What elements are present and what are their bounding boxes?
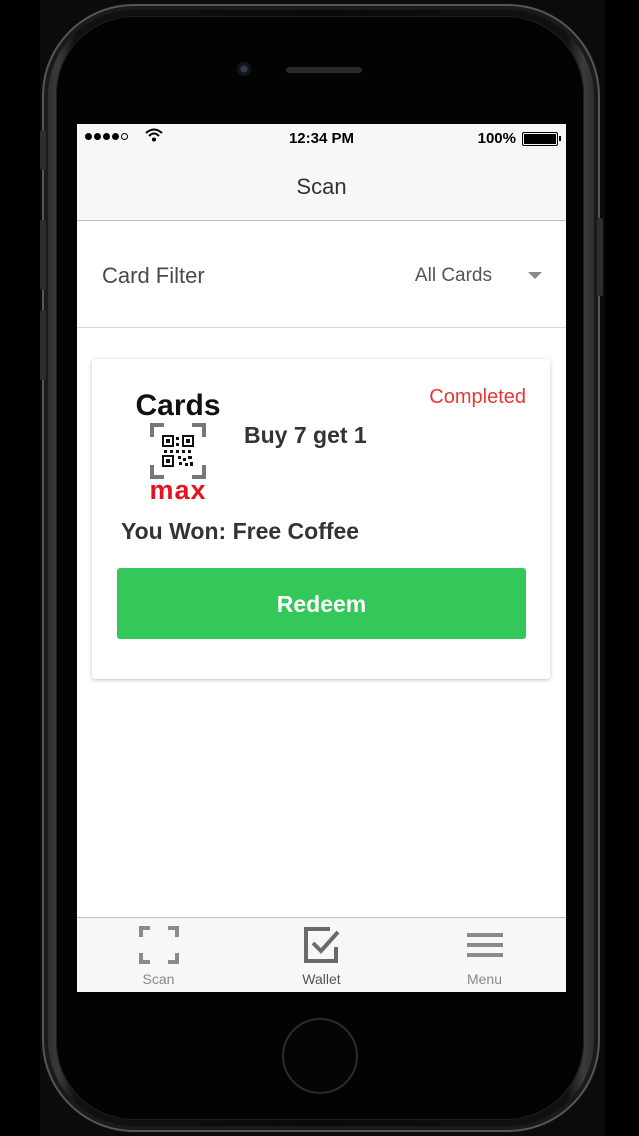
logo-text-top: Cards: [135, 389, 221, 422]
power-button: [597, 218, 603, 296]
menu-icon: [466, 933, 503, 957]
mute-switch: [40, 130, 46, 170]
tab-wallet-label: Wallet: [302, 971, 341, 987]
app-screen: 12:34 PM 100% Scan Card Filter All Cards…: [77, 124, 566, 992]
page-title: Scan: [296, 174, 347, 199]
navigation-bar: Scan: [77, 152, 566, 221]
scan-icon: [138, 926, 179, 964]
volume-down-button: [40, 310, 46, 380]
card-offer-title: Buy 7 get 1: [244, 422, 367, 448]
tab-bar: Scan Wallet Menu: [77, 917, 566, 992]
front-camera: [237, 62, 251, 76]
tab-menu-label: Menu: [466, 971, 503, 987]
reward-won-text: You Won: Free Coffee: [121, 518, 360, 544]
status-bar: 12:34 PM 100%: [77, 124, 566, 152]
qr-code-icon: [150, 423, 206, 479]
battery-icon: [522, 132, 561, 146]
tab-scan[interactable]: Scan: [77, 918, 240, 992]
background-left: [0, 0, 40, 1136]
cardsmax-logo: Cards max: [128, 389, 228, 505]
background-right: [605, 0, 639, 1136]
tab-scan-label: Scan: [142, 971, 175, 987]
volume-up-button: [40, 220, 46, 290]
card-filter-label: Card Filter: [102, 263, 205, 288]
battery-percentage: 100%: [477, 130, 516, 147]
redeem-button[interactable]: Redeem: [117, 568, 526, 639]
reward-card: Cards max Buy 7 get 1 Completed You Won:…: [92, 359, 550, 679]
tab-wallet[interactable]: Wallet: [240, 918, 403, 992]
logo-text-bottom: max: [149, 475, 207, 505]
card-filter-row[interactable]: Card Filter All Cards: [77, 221, 566, 328]
earpiece-speaker: [286, 67, 362, 73]
chevron-down-icon[interactable]: [528, 272, 542, 279]
card-filter-select[interactable]: All Cards: [415, 265, 492, 287]
status-badge: Completed: [429, 386, 526, 408]
home-button[interactable]: [282, 1018, 358, 1094]
tab-menu[interactable]: Menu: [403, 918, 566, 992]
wallet-check-icon: [303, 927, 339, 963]
